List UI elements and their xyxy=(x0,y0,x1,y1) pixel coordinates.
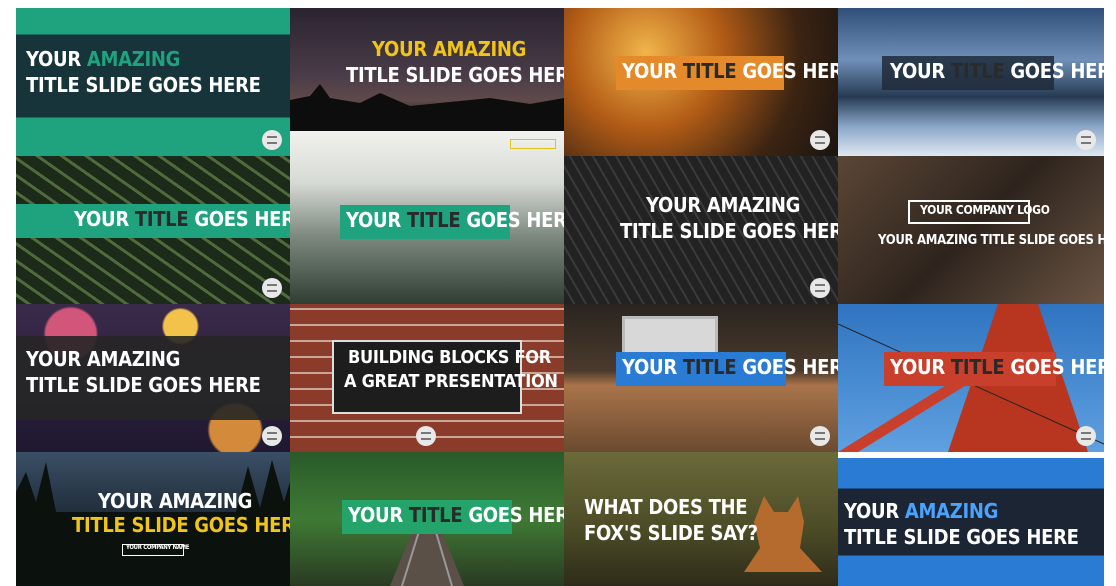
slide-thumbnail[interactable]: YOUR TITLE GOES HERE xyxy=(290,131,564,304)
slide-thumbnail[interactable]: BUILDING BLOCKS FOR A GREAT PRESENTATION xyxy=(290,304,564,452)
company-name-placeholder: YOUR COMPANY NAME xyxy=(126,544,190,551)
slide-thumbnail[interactable]: YOUR AMAZING TITLE SLIDE GOES HERE xyxy=(16,8,290,156)
slide-title: YOUR TITLE GOES HERE xyxy=(346,208,564,232)
slide-title-line2: TITLE SLIDE GOES HERE xyxy=(346,63,564,87)
slide-template-grid: YOUR AMAZING TITLE SLIDE GOES HERE YOUR … xyxy=(16,8,1104,586)
logo-badge-icon xyxy=(1076,130,1096,150)
logo-badge-icon xyxy=(810,426,830,446)
slide-title-line2: A GREAT PRESENTATION xyxy=(344,371,558,392)
slide-thumbnail[interactable]: YOUR TITLE GOES HERE xyxy=(564,304,838,452)
slide-title-line2: TITLE SLIDE GOES HERE xyxy=(72,513,290,537)
slide-thumbnail[interactable]: YOUR AMAZING TITLE SLIDE GOES HERE xyxy=(16,304,290,452)
slide-thumbnail[interactable]: YOUR AMAZING TITLE SLIDE GOES HERE xyxy=(838,458,1104,586)
slide-thumbnail[interactable]: YOUR AMAZING TITLE SLIDE GOES HERE YOUR … xyxy=(16,452,290,586)
logo-badge-icon xyxy=(416,426,436,446)
slide-title-line1: YOUR AMAZING xyxy=(26,347,181,371)
slide-thumbnail[interactable]: YOUR TITLE GOES HERE xyxy=(564,8,838,156)
logo-badge-icon xyxy=(262,278,282,298)
logo-badge-icon xyxy=(262,130,282,150)
slide-thumbnail[interactable]: YOUR TITLE GOES HERE xyxy=(290,452,564,586)
slide-title-line2: TITLE SLIDE GOES HERE xyxy=(620,219,838,243)
slide-thumbnail[interactable]: YOUR TITLE GOES HERE xyxy=(838,304,1104,452)
slide-title-line2: TITLE SLIDE GOES HERE xyxy=(26,73,261,97)
slide-thumbnail[interactable]: YOUR AMAZING TITLE SLIDE GOES HERE xyxy=(564,156,838,304)
slide-thumbnail[interactable]: WHAT DOES THE FOX'S SLIDE SAY? xyxy=(564,452,838,586)
slide-title-line1: YOUR AMAZING xyxy=(372,37,527,61)
slide-title: YOUR TITLE GOES HERE xyxy=(890,355,1104,379)
slide-thumbnail[interactable]: YOUR AMAZING TITLE SLIDE GOES HERE xyxy=(290,8,564,131)
logo-badge-icon xyxy=(810,130,830,150)
slide-thumbnail[interactable]: YOUR TITLE GOES HERE xyxy=(838,8,1104,156)
slide-title-line1: YOUR AMAZING xyxy=(26,47,181,71)
slide-title-line1: BUILDING BLOCKS FOR xyxy=(348,347,551,368)
slide-title-line1: YOUR AMAZING xyxy=(98,489,253,513)
slide-title-line1: WHAT DOES THE xyxy=(584,495,748,519)
slide-title-line1: YOUR AMAZING xyxy=(844,499,999,523)
slide-title: YOUR TITLE GOES HERE xyxy=(622,355,838,379)
slide-thumbnail[interactable]: YOUR TITLE GOES HERE xyxy=(16,156,290,304)
logo-badge-icon xyxy=(810,278,830,298)
slide-title-line2: FOX'S SLIDE SAY? xyxy=(584,521,758,545)
slide-title: YOUR TITLE GOES HERE xyxy=(74,207,290,231)
company-logo-placeholder: YOUR COMPANY LOGO xyxy=(920,203,1050,217)
slide-title-line2: TITLE SLIDE GOES HERE xyxy=(844,525,1079,549)
slide-title: YOUR AMAZING TITLE SLIDE GOES HERE xyxy=(878,233,1104,248)
logo-badge-icon xyxy=(1076,426,1096,446)
slide-title-line2: TITLE SLIDE GOES HERE xyxy=(26,373,261,397)
slide-title-line1: YOUR AMAZING xyxy=(646,193,801,217)
slide-title: YOUR TITLE GOES HERE xyxy=(622,59,838,83)
logo-badge-icon xyxy=(262,426,282,446)
fox-icon xyxy=(744,496,822,572)
slide-thumbnail[interactable]: YOUR COMPANY LOGO YOUR AMAZING TITLE SLI… xyxy=(838,156,1104,304)
slide-title: YOUR TITLE GOES HERE xyxy=(890,59,1104,83)
slide-title: YOUR TITLE GOES HERE xyxy=(348,503,564,527)
